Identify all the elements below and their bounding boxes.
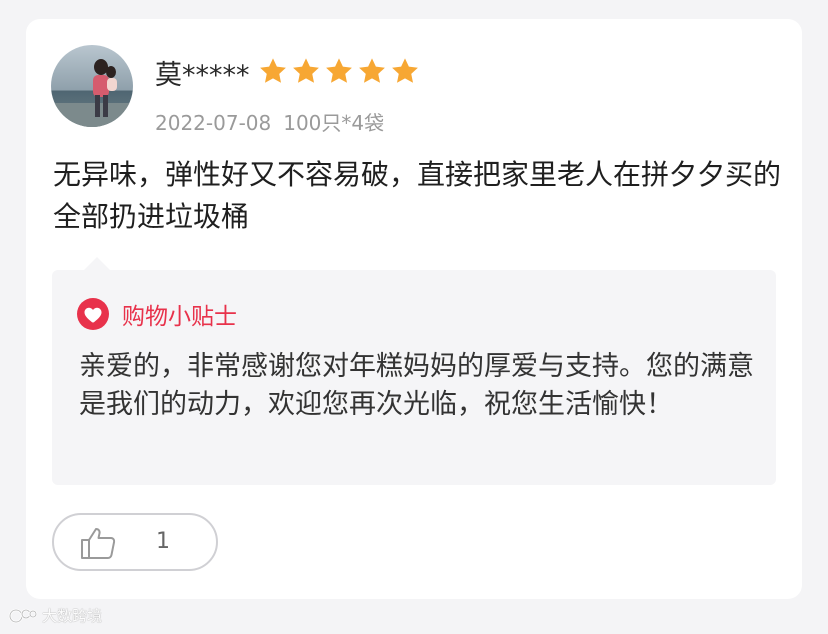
star-icon [291, 57, 321, 86]
product-spec: 100只*4袋 [283, 111, 385, 135]
avatar-photo [51, 45, 133, 127]
review-meta: 2022-07-08 100只*4袋 [155, 107, 384, 136]
review-text: 无异味，弹性好又不容易破，直接把家里老人在拼夕夕买的全部扔进垃圾桶 [53, 158, 782, 233]
shopping-tip-box: 购物小贴士 亲爱的，非常感谢您对年糕妈妈的厚爱与支持。您的满意是我们的动力，欢迎… [52, 270, 776, 485]
like-count: 1 [156, 529, 170, 554]
watermark-text: 大数跨境 [42, 607, 103, 625]
star-icon [324, 57, 354, 86]
star-icon [390, 57, 420, 86]
tip-header: 购物小贴士 [76, 297, 237, 331]
username: 莫***** [155, 60, 250, 91]
heart-icon [76, 297, 110, 331]
brand-logo [8, 606, 38, 626]
watermark: 大数跨境 [8, 605, 102, 626]
tip-pointer [84, 257, 110, 270]
thumbs-up-icon [79, 525, 117, 561]
avatar[interactable] [51, 45, 133, 127]
rating-stars [258, 57, 420, 86]
tip-body: 亲爱的，非常感谢您对年糕妈妈的厚爱与支持。您的满意是我们的动力，欢迎您再次光临，… [79, 351, 754, 420]
star-icon [357, 57, 387, 86]
tip-title: 购物小贴士 [122, 304, 237, 330]
like-button[interactable]: 1 [52, 513, 218, 571]
review-date: 2022-07-08 [155, 111, 272, 135]
review-card: 莫***** 2022-07-08 100只*4袋 无异味，弹性好又不容易破，直接… [26, 19, 802, 599]
star-icon [258, 57, 288, 86]
